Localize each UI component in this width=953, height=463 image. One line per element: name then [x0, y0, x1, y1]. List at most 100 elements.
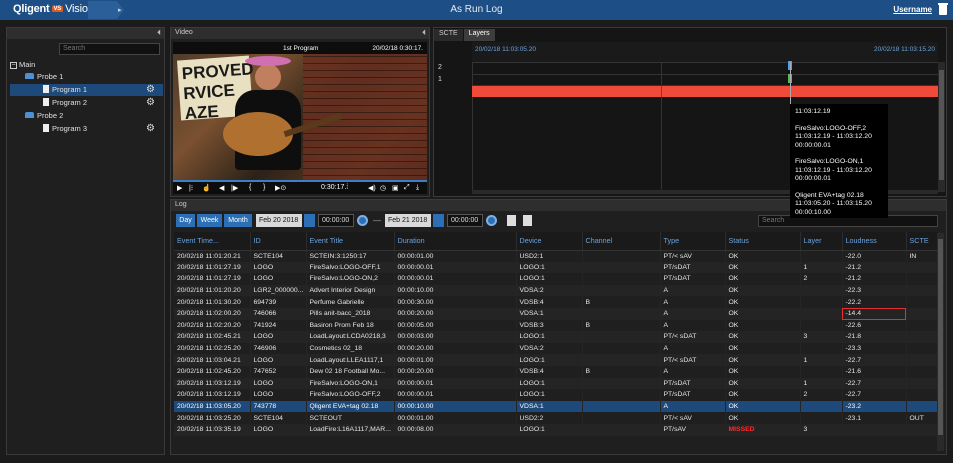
- table-row[interactable]: 20/02/18 11:01:27.19 LOGO FireSalvo:LOGO-O…: [174, 273, 940, 285]
- timeline-scrollbar[interactable]: [938, 62, 945, 192]
- table-cell: -22.7: [842, 354, 907, 366]
- table-row[interactable]: 20/02/18 11:03:12.19 LOGO FireSalvo:LOGO-O…: [174, 377, 940, 390]
- table-row[interactable]: 20/02/18 11:03:12.19 LOGO FireSalvo:LOGO-O…: [174, 389, 940, 401]
- tree-node-probe-2[interactable]: Probe 2: [25, 110, 163, 122]
- volume-icon[interactable]: ◀): [368, 184, 376, 192]
- timeline-event-bar[interactable]: [472, 86, 938, 97]
- video-player[interactable]: PROVED RVICE AZE 1st Program 20/02/18 0:…: [173, 42, 427, 182]
- table-row[interactable]: 20/02/18 11:03:25.20 SCTE104 SCTEOUT 00:00:…: [174, 412, 940, 424]
- table-row[interactable]: 20/02/18 11:01:20.20 LGR2_000000... Advert…: [174, 284, 940, 297]
- time-from-field[interactable]: 00:00:00: [318, 214, 354, 227]
- column-header[interactable]: SCTE: [906, 232, 940, 251]
- week-button[interactable]: Week: [197, 214, 222, 227]
- table-cell: [906, 400, 940, 413]
- table-cell: A: [660, 342, 726, 355]
- column-header[interactable]: Channel: [582, 232, 661, 251]
- tree-node-program-3[interactable]: Program 3 ⚙: [10, 123, 163, 135]
- table-row[interactable]: 20/02/18 11:02:45.20 747652 Dew 02 18 Foot…: [174, 365, 940, 378]
- tab-scte[interactable]: SCTE: [434, 29, 463, 41]
- table-cell: 00:00:01.00: [394, 412, 517, 424]
- mark-in-icon[interactable]: {: [249, 184, 251, 191]
- table-cell: LOGO:1: [516, 423, 583, 436]
- day-button[interactable]: Day: [176, 214, 195, 227]
- collapse-icon[interactable]: ⏴: [157, 28, 161, 38]
- table-cell: VDSB:4: [516, 365, 583, 378]
- month-button[interactable]: Month: [224, 214, 252, 227]
- gear-icon[interactable]: ⚙: [146, 97, 155, 109]
- minus-icon[interactable]: −: [10, 62, 17, 69]
- column-header[interactable]: Layer: [800, 232, 843, 251]
- time-to-field[interactable]: 00:00:00: [447, 214, 483, 227]
- table-row[interactable]: 20/02/18 11:03:35.19 LOGO LoadFire:L16A111…: [174, 423, 940, 436]
- download-icon[interactable]: ⤓: [416, 184, 419, 192]
- table-row[interactable]: 20/02/18 11:01:30.20 694739 Perfume Gabrie…: [174, 296, 940, 308]
- table-cell: 20/02/18 11:02:45.21: [174, 331, 251, 343]
- column-header[interactable]: ID: [250, 232, 307, 251]
- scrollbar-thumb[interactable]: [939, 70, 944, 180]
- calendar-icon[interactable]: [304, 214, 315, 227]
- screenshot-icon[interactable]: ▣: [392, 184, 399, 192]
- column-header[interactable]: Duration: [394, 232, 517, 251]
- table-cell: A: [660, 296, 726, 308]
- table-row[interactable]: 20/02/18 11:02:25.20 746906 Cosmetics 02_1…: [174, 342, 940, 355]
- play-range-icon[interactable]: ▶⊙: [275, 184, 286, 192]
- table-row[interactable]: 20/02/18 11:01:20.21 SCTE104 SCTEIN:3:1250…: [174, 250, 940, 262]
- calendar-icon[interactable]: [433, 214, 444, 227]
- table-row[interactable]: 20/02/18 11:02:20.20 741924 Basiron Prom F…: [174, 319, 940, 332]
- date-from-field[interactable]: Feb 20 2018: [256, 214, 302, 227]
- column-header[interactable]: Loudness: [842, 232, 907, 251]
- column-header[interactable]: Event Time...: [174, 232, 251, 251]
- step-forward-icon[interactable]: |▶: [231, 184, 238, 192]
- column-header[interactable]: Status: [725, 232, 801, 251]
- scrollbar-thumb[interactable]: [938, 239, 943, 435]
- table-cell: USD2:2: [516, 412, 583, 424]
- step-back-icon[interactable]: ◀: [219, 184, 224, 192]
- table-cell: 00:00:20.00: [394, 342, 517, 355]
- table-row[interactable]: 20/02/18 11:02:45.21 LOGO LoadLayout:LCDA0…: [174, 331, 940, 343]
- report-icon[interactable]: [523, 215, 532, 226]
- table-row[interactable]: 20/02/18 11:02:00.20 746066 Pills anit-bac…: [174, 307, 940, 320]
- range-separator: —: [373, 216, 381, 225]
- column-header[interactable]: Event Title: [306, 232, 395, 251]
- table-cell: LOGO:1: [516, 331, 583, 343]
- table-row[interactable]: 20/02/18 11:03:04.21 LOGO LoadLayout:LLEA1…: [174, 354, 940, 366]
- mark-out-icon[interactable]: }: [263, 184, 265, 191]
- gear-icon[interactable]: ⚙: [146, 84, 155, 96]
- fullscreen-icon[interactable]: ⤢: [404, 184, 410, 192]
- table-row[interactable]: 20/02/18 11:03:05.20 743778 Qligent EVA+ta…: [174, 400, 940, 413]
- tab-layers[interactable]: Layers: [463, 29, 495, 41]
- table-cell: FireSalvo:LOGO-OFF,2: [306, 389, 395, 401]
- date-to-field[interactable]: Feb 21 2018: [385, 214, 431, 227]
- table-cell: LOGO: [250, 354, 307, 366]
- video-panel: Video ⏴ PROVED RVICE AZE 1st Program 20/…: [170, 27, 430, 197]
- clock-icon[interactable]: [357, 215, 368, 226]
- table-cell: Cosmetics 02_18: [306, 342, 395, 355]
- clock-icon[interactable]: [486, 215, 497, 226]
- log-scrollbar[interactable]: [937, 233, 944, 451]
- collapse-icon[interactable]: ⏴: [422, 28, 426, 38]
- table-cell: [800, 342, 843, 355]
- column-header[interactable]: Device: [516, 232, 583, 251]
- table-cell: [800, 307, 843, 320]
- document-icon: [43, 98, 49, 106]
- frame-step-icon[interactable]: |⁝: [189, 184, 193, 192]
- column-header[interactable]: Type: [660, 232, 726, 251]
- tree-search-input[interactable]: Search: [59, 43, 160, 55]
- table-cell: SCTEOUT: [306, 412, 395, 424]
- table-cell: [582, 423, 661, 436]
- table-row[interactable]: 20/02/18 11:01:27.19 LOGO FireSalvo:LOGO-O…: [174, 261, 940, 274]
- clock-icon[interactable]: ◷: [380, 184, 386, 192]
- gear-icon[interactable]: ⚙: [146, 123, 155, 135]
- table-cell: A: [660, 365, 726, 378]
- tree-node-main[interactable]: − Main: [10, 59, 163, 71]
- table-cell: OK: [725, 273, 801, 285]
- tree-node-program-1[interactable]: Program 1 ⚙: [10, 84, 163, 96]
- table-cell: 00:00:08.00: [394, 423, 517, 436]
- tree-node-program-2[interactable]: Program 2 ⚙: [10, 97, 163, 109]
- play-icon[interactable]: ▶: [177, 184, 182, 192]
- logout-icon[interactable]: [938, 3, 948, 15]
- tree-node-probe-1[interactable]: Probe 1: [25, 71, 163, 83]
- username-link[interactable]: Username: [893, 5, 932, 14]
- export-icon[interactable]: [507, 215, 516, 226]
- table-cell: -21.2: [842, 261, 907, 274]
